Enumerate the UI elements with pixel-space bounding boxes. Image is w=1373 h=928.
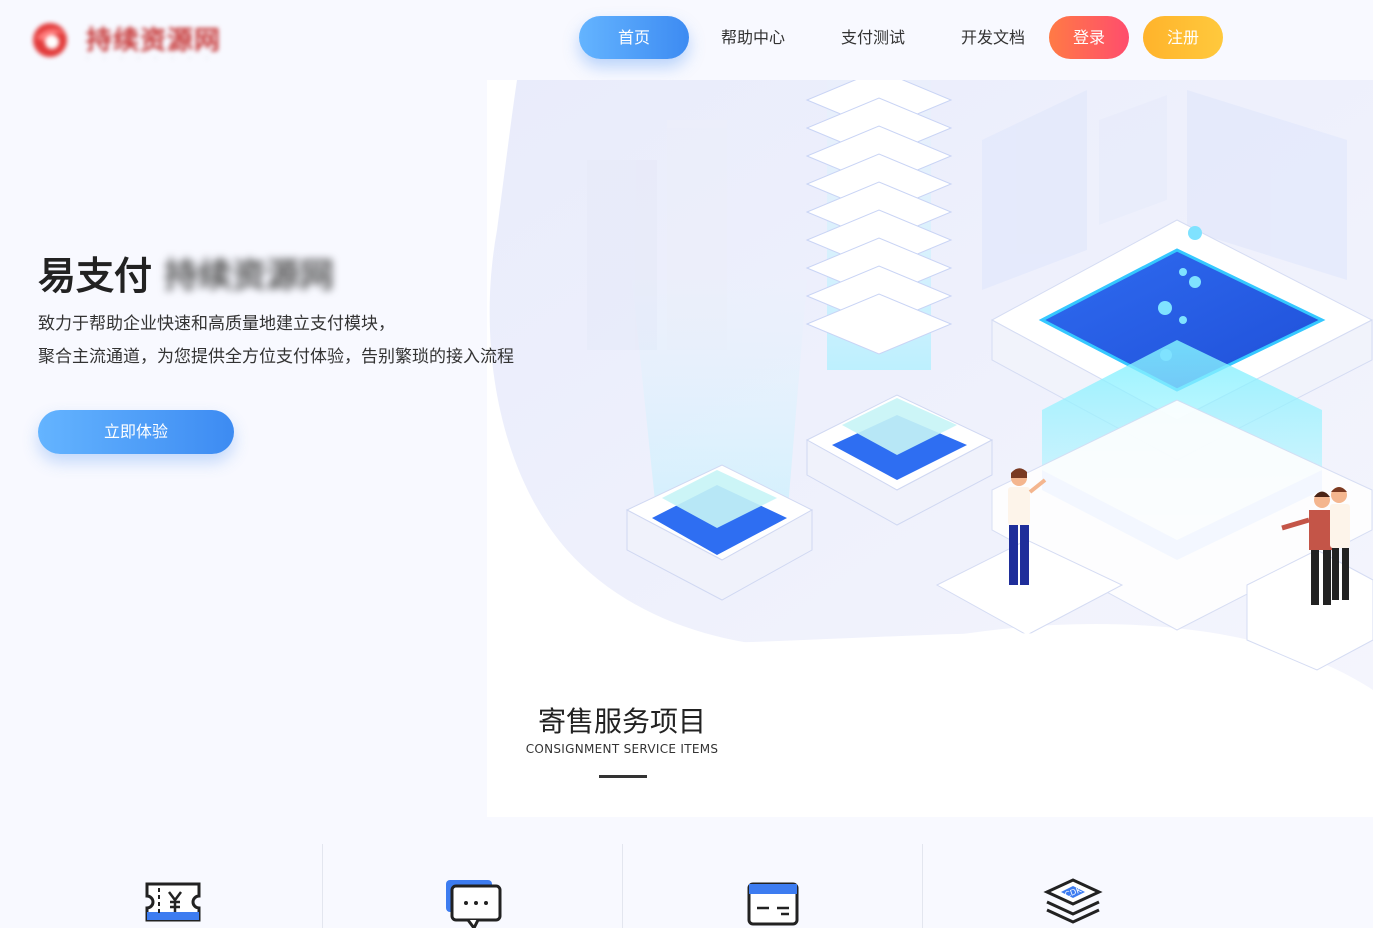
section-title: 寄售服务项目 bbox=[537, 705, 706, 738]
section-subtitle: CONSIGNMENT SERVICE ITEMS bbox=[525, 742, 719, 756]
logo-tagline: · · · · · · · · bbox=[86, 54, 215, 63]
hero-title-main: 易支付 bbox=[38, 253, 153, 298]
credit-card-icon[interactable] bbox=[743, 876, 803, 928]
logo-name: 持续资源网 bbox=[86, 26, 222, 56]
nav-pay-test[interactable]: 支付测试 bbox=[825, 16, 921, 59]
hero-description-line-1: 致力于帮助企业快速和高质量地建立支付模块， bbox=[38, 314, 395, 334]
feature-divider bbox=[622, 844, 623, 928]
feature-divider bbox=[322, 844, 323, 928]
login-button[interactable]: 登录 bbox=[1049, 16, 1129, 59]
site-logo[interactable]: 持续资源网 · · · · · · · · bbox=[24, 14, 244, 70]
hero-title: 易支付 持续资源网 bbox=[38, 246, 334, 298]
nav-home[interactable]: 首页 bbox=[579, 16, 689, 59]
hero-title-blurred: 持续资源网 bbox=[164, 255, 335, 296]
feature-divider bbox=[922, 844, 923, 928]
register-button[interactable]: 注册 bbox=[1143, 16, 1223, 59]
nav-help-center[interactable]: 帮助中心 bbox=[705, 16, 801, 59]
ticket-yuan-icon[interactable] bbox=[143, 876, 203, 928]
section-underline bbox=[599, 775, 647, 778]
cdk-stack-icon[interactable]: CDK bbox=[1043, 876, 1103, 928]
hero-description-line-2: 聚合主流通道，为您提供全方位支付体验，告别繁琐的接入流程 bbox=[38, 347, 514, 367]
chat-bubble-icon[interactable] bbox=[442, 876, 502, 928]
logo-mark-icon bbox=[33, 23, 67, 57]
try-now-button[interactable]: 立即体验 bbox=[38, 410, 234, 454]
nav-dev-docs[interactable]: 开发文档 bbox=[945, 16, 1041, 59]
